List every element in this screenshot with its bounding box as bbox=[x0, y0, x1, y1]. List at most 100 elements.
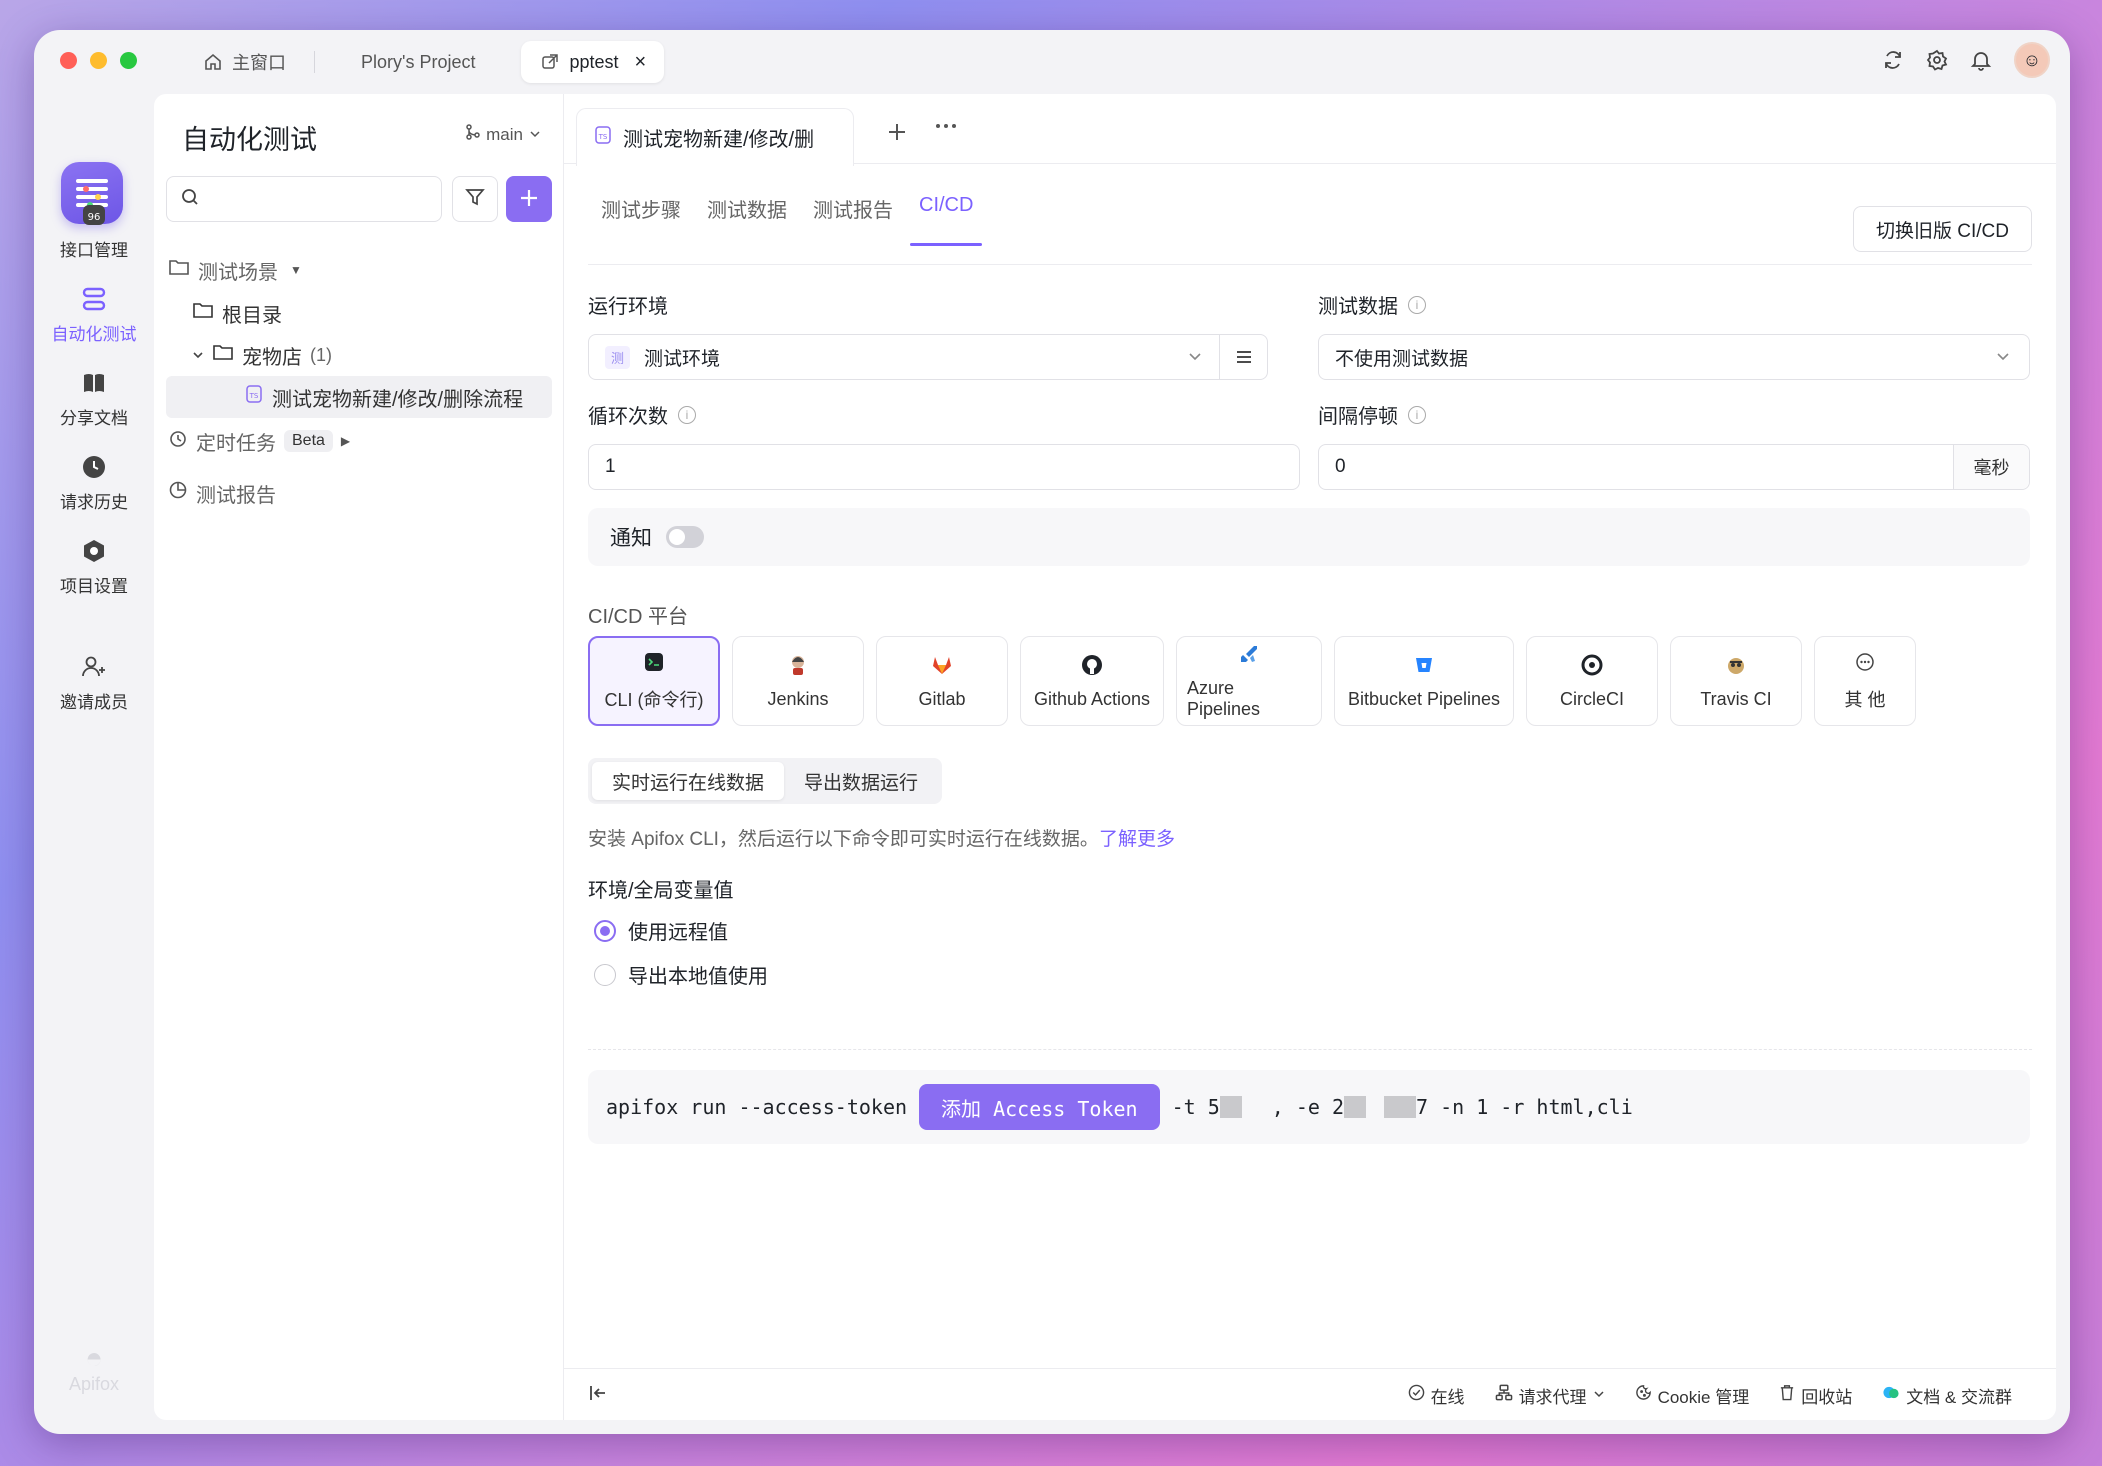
folder-icon bbox=[168, 257, 190, 283]
redacted-mask bbox=[1219, 1096, 1242, 1118]
redacted-mask bbox=[1344, 1096, 1366, 1118]
gear-icon[interactable] bbox=[1926, 49, 1948, 71]
github-icon bbox=[1080, 653, 1104, 677]
info-icon[interactable]: i bbox=[1408, 405, 1426, 424]
radio-local-dot[interactable] bbox=[594, 963, 616, 986]
rail-item-share-docs[interactable]: 分享文档 bbox=[34, 370, 154, 429]
cmd-prefix: apifox run --access-token bbox=[606, 1095, 908, 1119]
tree-folder-count: (1) bbox=[310, 344, 332, 365]
add-access-token-button[interactable]: 添加 Access Token bbox=[919, 1084, 1160, 1130]
close-tab-icon[interactable]: × bbox=[635, 51, 647, 74]
collapse-sidebar-icon[interactable] bbox=[588, 1383, 608, 1409]
tab-test-steps[interactable]: 测试步骤 bbox=[588, 194, 694, 246]
brand-watermark-text: Apifox bbox=[68, 1374, 120, 1394]
zoom-window-button[interactable] bbox=[120, 52, 137, 69]
recycle-bin[interactable]: 回收站 bbox=[1779, 1383, 1852, 1408]
tree-scenes[interactable]: 测试场景 ▼ bbox=[168, 249, 302, 291]
platform-jenkins[interactable]: Jenkins bbox=[732, 636, 864, 726]
sidebar-search[interactable] bbox=[166, 176, 442, 222]
cookie-manager[interactable]: Cookie 管理 bbox=[1635, 1383, 1750, 1408]
radio-use-remote[interactable]: 使用远程值 bbox=[594, 916, 728, 945]
docs-community[interactable]: 文档 & 交流群 bbox=[1882, 1383, 2012, 1408]
tree-case-selected[interactable]: TS 测试宠物新建/修改/删除流程 bbox=[166, 376, 552, 418]
tab-main-window[interactable]: 主窗口 bbox=[184, 41, 304, 83]
add-button[interactable] bbox=[506, 176, 552, 222]
chevron-down-icon[interactable] bbox=[192, 344, 204, 367]
editor-tab-case[interactable]: TS 测试宠物新建/修改/删 bbox=[576, 108, 854, 166]
chevron-down-icon bbox=[1995, 348, 2011, 370]
filter-button[interactable] bbox=[452, 176, 498, 222]
more-icon[interactable] bbox=[934, 114, 958, 145]
loop-count-input[interactable]: 1 bbox=[588, 444, 1300, 490]
tab-cicd[interactable]: CI/CD bbox=[906, 194, 986, 246]
rail-item-api[interactable]: 96 接口管理 bbox=[34, 202, 154, 261]
cli-hint: 安装 Apifox CLI，然后运行以下命令即可实时运行在线数据。了解更多 bbox=[588, 824, 1175, 851]
close-window-button[interactable] bbox=[60, 52, 77, 69]
tree-reports[interactable]: 测试报告 bbox=[168, 472, 276, 514]
mode-live-data[interactable]: 实时运行在线数据 bbox=[592, 762, 785, 800]
learn-more-link[interactable]: 了解更多 bbox=[1099, 829, 1175, 850]
tab-test-report[interactable]: 测试报告 bbox=[800, 194, 906, 246]
minimize-window-button[interactable] bbox=[90, 52, 107, 69]
tab-separator bbox=[314, 51, 315, 73]
bell-icon[interactable] bbox=[1970, 49, 1992, 71]
info-icon[interactable]: i bbox=[678, 405, 696, 424]
main-panel: 自动化测试 main 测试场景 ▼ 根目录 宠物店 (1) TS 测试宠物新建/… bbox=[154, 94, 2056, 1420]
rail-item-history[interactable]: 请求历史 bbox=[34, 454, 154, 513]
env-select[interactable]: 测 测试环境 bbox=[588, 334, 1268, 380]
more-circle-icon bbox=[1853, 650, 1877, 674]
jenkins-icon bbox=[786, 653, 810, 677]
tree-scheduled-tasks[interactable]: 定时任务 Beta ▶ bbox=[168, 420, 350, 462]
mode-export-data[interactable]: 导出数据运行 bbox=[784, 762, 938, 800]
platform-bitbucket-pipelines-label: Bitbucket Pipelines bbox=[1347, 688, 1501, 709]
request-proxy[interactable]: 请求代理 bbox=[1495, 1383, 1605, 1408]
platform-circleci[interactable]: CircleCI bbox=[1526, 636, 1658, 726]
branch-selector[interactable]: main bbox=[466, 124, 541, 145]
tab-test-data[interactable]: 测试数据 bbox=[694, 194, 800, 246]
platform-bitbucket-pipelines[interactable]: Bitbucket Pipelines bbox=[1334, 636, 1514, 726]
tab-project[interactable]: Plory's Project bbox=[343, 41, 493, 83]
cmd-test-id: -t 5 bbox=[1171, 1095, 1220, 1119]
bitbucket-icon bbox=[1412, 653, 1436, 677]
env-tag: 测 bbox=[605, 345, 631, 369]
svg-text:TS: TS bbox=[598, 133, 608, 141]
interval-input[interactable]: 0 毫秒 bbox=[1318, 444, 2030, 490]
automation-icon bbox=[81, 286, 107, 312]
radio-remote-dot[interactable] bbox=[594, 919, 616, 942]
cli-command-box[interactable]: apifox run --access-token 添加 Access Toke… bbox=[588, 1070, 2030, 1144]
notify-label: 通知 bbox=[610, 527, 652, 550]
info-icon[interactable]: i bbox=[1408, 295, 1426, 314]
rail-item-automation[interactable]: 自动化测试 bbox=[34, 286, 154, 345]
tree-folder-petstore[interactable]: 宠物店 (1) bbox=[192, 334, 332, 376]
cli-hint-text: 安装 Apifox CLI，然后运行以下命令即可实时运行在线数据。 bbox=[588, 829, 1099, 850]
tree-scenes-label: 测试场景 bbox=[198, 261, 278, 284]
online-status[interactable]: 在线 bbox=[1408, 1383, 1465, 1408]
refresh-icon[interactable] bbox=[1882, 49, 1904, 71]
platform-azure-pipelines-label: Azure Pipelines bbox=[1187, 678, 1261, 719]
branch-icon bbox=[466, 124, 480, 145]
test-data-select[interactable]: 不使用测试数据 bbox=[1318, 334, 2030, 380]
new-tab-plus-icon[interactable] bbox=[886, 118, 908, 150]
user-avatar[interactable]: ☺ bbox=[2014, 42, 2050, 78]
tree-root[interactable]: 根目录 bbox=[192, 292, 282, 334]
search-input[interactable] bbox=[209, 190, 409, 208]
platform-github-actions-label: Github Actions bbox=[1033, 688, 1151, 709]
platform-gitlab[interactable]: Gitlab bbox=[876, 636, 1008, 726]
beta-badge: Beta bbox=[284, 430, 333, 452]
platform-other[interactable]: 其 他 bbox=[1814, 636, 1916, 726]
platform-cli[interactable]: CLI (命令行) bbox=[588, 636, 720, 726]
tree-case-label: 测试宠物新建/修改/删除流程 bbox=[272, 388, 524, 411]
tab-pptest[interactable]: pptest × bbox=[521, 41, 665, 83]
rail-item-invite[interactable]: 邀请成员 bbox=[34, 654, 154, 713]
platform-github-actions[interactable]: Github Actions bbox=[1020, 636, 1164, 726]
platform-azure-pipelines[interactable]: Azure Pipelines bbox=[1176, 636, 1322, 726]
cookie-manager-label: Cookie 管理 bbox=[1657, 1387, 1750, 1407]
env-manage-menu-icon[interactable] bbox=[1219, 335, 1267, 379]
scene-sidebar: 自动化测试 main 测试场景 ▼ 根目录 宠物店 (1) TS 测试宠物新建/… bbox=[154, 94, 564, 1420]
radio-export-local[interactable]: 导出本地值使用 bbox=[594, 960, 768, 989]
platform-travis-ci[interactable]: Travis CI bbox=[1670, 636, 1802, 726]
notify-toggle[interactable] bbox=[666, 526, 704, 548]
interval-unit: 毫秒 bbox=[1953, 445, 2029, 489]
rail-item-project-settings[interactable]: 项目设置 bbox=[34, 538, 154, 597]
switch-legacy-cicd-button[interactable]: 切换旧版 CI/CD bbox=[1852, 206, 2032, 252]
